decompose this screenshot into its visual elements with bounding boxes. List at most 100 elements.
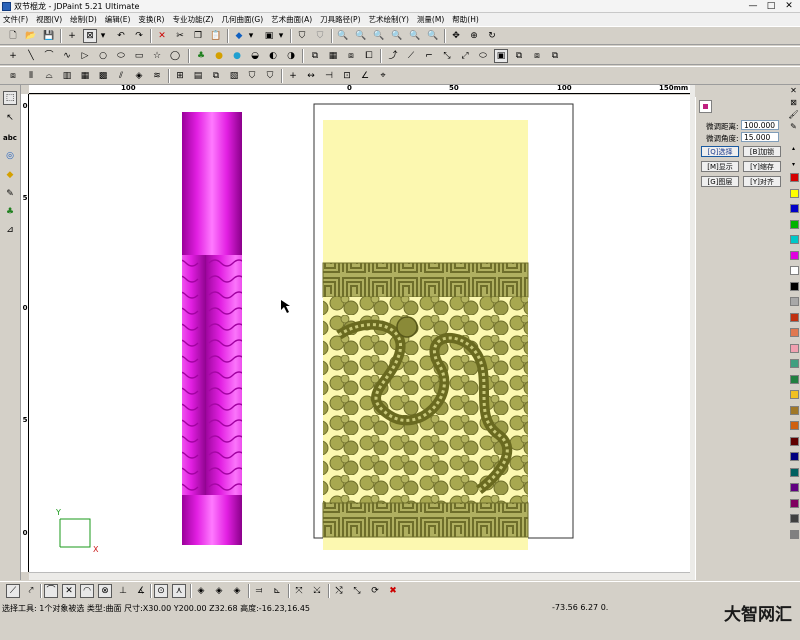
menu-edit[interactable]: 编辑(E) bbox=[105, 14, 131, 25]
snap-perp-icon[interactable]: ⊥ bbox=[116, 584, 130, 598]
scale-tool-icon[interactable]: ⤡ bbox=[350, 584, 364, 598]
zoom-in-icon[interactable]: 🔍 bbox=[354, 29, 368, 43]
view-dropdown-icon[interactable]: ▾ bbox=[276, 29, 286, 43]
menu-file[interactable]: 文件(F) bbox=[3, 14, 28, 25]
color-swatch[interactable] bbox=[790, 374, 799, 384]
target-icon[interactable]: ◎ bbox=[3, 149, 17, 163]
color-swatch[interactable] bbox=[790, 452, 799, 461]
cancel-icon[interactable]: ✖ bbox=[386, 584, 400, 598]
relief-blend-icon[interactable]: ◈ bbox=[132, 69, 146, 83]
tree-icon[interactable]: ♣ bbox=[194, 49, 208, 63]
palette-scroll-up-icon[interactable]: ▴ bbox=[788, 145, 799, 153]
menu-geometry-surface[interactable]: 几何曲面(G) bbox=[221, 14, 263, 25]
corner-icon[interactable]: ⌐ bbox=[422, 49, 436, 63]
horizontal-scrollbar[interactable] bbox=[29, 572, 690, 580]
window-select-icon[interactable]: ⊠ bbox=[83, 29, 97, 43]
grid-diamond2-icon[interactable]: ◈ bbox=[212, 584, 226, 598]
line-icon[interactable]: ╲ bbox=[24, 49, 38, 63]
show-button[interactable]: [M]显示 bbox=[701, 161, 739, 172]
array-icon[interactable]: ▦ bbox=[326, 49, 340, 63]
diamond-icon[interactable]: ◆ bbox=[3, 168, 17, 182]
color-swatch[interactable] bbox=[790, 343, 799, 353]
save-icon[interactable]: 💾 bbox=[42, 29, 56, 43]
relief-pillar-icon[interactable]: ▥ bbox=[60, 69, 74, 83]
zoom-realtime-icon[interactable]: ⊕ bbox=[467, 29, 481, 43]
palette-close-icon[interactable]: ✕ bbox=[788, 85, 799, 96]
relief-wave-icon[interactable]: ≋ bbox=[150, 69, 164, 83]
drawing-canvas[interactable]: Y X bbox=[29, 95, 690, 572]
pick-icon[interactable]: ⤧ bbox=[292, 584, 306, 598]
ungroup-icon[interactable]: ⧈ bbox=[530, 49, 544, 63]
grid-diamond3-icon[interactable]: ◈ bbox=[230, 584, 244, 598]
rectangle-icon[interactable]: ▭ bbox=[132, 49, 146, 63]
color-swatch[interactable] bbox=[790, 498, 799, 508]
zoom-prev-icon[interactable]: 🔍 bbox=[426, 29, 440, 43]
star-icon[interactable]: ☆ bbox=[150, 49, 164, 63]
color-swatch[interactable] bbox=[790, 467, 799, 477]
group-icon[interactable]: ⧉ bbox=[512, 49, 526, 63]
align-icon[interactable]: ⊣ bbox=[322, 69, 336, 83]
color-swatch[interactable] bbox=[790, 188, 799, 198]
measure-box-icon[interactable]: ⊡ bbox=[340, 69, 354, 83]
offset-icon[interactable]: ⬭ bbox=[476, 49, 490, 63]
pick-alt-icon[interactable]: ⤩ bbox=[310, 584, 324, 598]
menu-art-surface[interactable]: 艺术曲面(A) bbox=[271, 14, 312, 25]
angle-icon[interactable]: ∠ bbox=[358, 69, 372, 83]
close-button[interactable]: ✕ bbox=[780, 0, 798, 12]
zoom-all-icon[interactable]: 🔍 bbox=[390, 29, 404, 43]
arc-icon[interactable]: ⌒ bbox=[42, 49, 56, 63]
fillet-icon[interactable]: ⤴ bbox=[386, 49, 400, 63]
bulb-icon[interactable]: ● bbox=[212, 49, 226, 63]
join-icon[interactable]: ⤢ bbox=[458, 49, 472, 63]
mirror-icon[interactable]: ⧉ bbox=[308, 49, 322, 63]
menu-toolpath[interactable]: 刀具路径(P) bbox=[320, 14, 360, 25]
layer-button[interactable]: [G]图层 bbox=[701, 176, 739, 187]
layer-stack-icon[interactable]: ⫤ bbox=[252, 584, 266, 598]
rotate-copy-icon[interactable]: ⧈ bbox=[344, 49, 358, 63]
snap-point-icon[interactable]: ⊙ bbox=[154, 584, 168, 598]
layer-ortho-icon[interactable]: ⊾ bbox=[270, 584, 284, 598]
relief-mesh-icon[interactable]: ▩ bbox=[96, 69, 110, 83]
open-file-icon[interactable]: 📂 bbox=[24, 29, 38, 43]
shade-shield-icon[interactable]: ⛉ bbox=[295, 29, 309, 43]
light-icon[interactable]: ● bbox=[230, 49, 244, 63]
circle-icon[interactable]: ○ bbox=[96, 49, 110, 63]
nudge-angle-input[interactable]: 15.000 bbox=[741, 132, 779, 142]
polyline-icon[interactable]: ▷ bbox=[78, 49, 92, 63]
pillars-icon[interactable]: ⫴ bbox=[24, 69, 38, 83]
snap-angle-icon[interactable]: ∡ bbox=[134, 584, 148, 598]
color-swatch[interactable] bbox=[790, 219, 799, 229]
refresh-icon[interactable]: ↻ bbox=[485, 29, 499, 43]
table-icon[interactable]: ⊞ bbox=[173, 69, 187, 83]
color-swatch[interactable] bbox=[790, 514, 799, 523]
render-dropdown-icon[interactable]: ▾ bbox=[246, 29, 256, 43]
plus-icon[interactable]: + bbox=[286, 69, 300, 83]
snap-circle-icon[interactable]: ⊗ bbox=[98, 584, 112, 598]
paint-icon[interactable]: ♣ bbox=[3, 205, 17, 219]
redo-icon[interactable]: ↷ bbox=[132, 29, 146, 43]
render-cube-icon[interactable]: ◆ bbox=[232, 29, 246, 43]
palette-none-icon[interactable]: ⊠ bbox=[788, 97, 799, 108]
trim-icon[interactable]: ◐ bbox=[266, 49, 280, 63]
snap-tangent-icon[interactable]: ◠ bbox=[80, 584, 94, 598]
lasso-icon[interactable]: ⌖ bbox=[376, 69, 390, 83]
cut-icon[interactable]: ✂ bbox=[173, 29, 187, 43]
select-tool-icon[interactable]: ⬚ bbox=[3, 91, 17, 105]
snap-arc-icon[interactable]: ⌒ bbox=[44, 584, 58, 598]
move-icon[interactable]: ↔ bbox=[304, 69, 318, 83]
palette-pen-icon[interactable]: ✎ bbox=[788, 121, 799, 132]
measure-icon[interactable]: ⊿ bbox=[3, 223, 17, 237]
relief-box-icon[interactable]: ⧈ bbox=[6, 69, 20, 83]
nudge-distance-input[interactable]: 100.000 bbox=[741, 120, 779, 130]
merge-icon[interactable]: ⧉ bbox=[209, 69, 223, 83]
menu-help[interactable]: 帮助(H) bbox=[452, 14, 479, 25]
break-icon[interactable]: ⤡ bbox=[440, 49, 454, 63]
chamfer-icon[interactable]: ⟋ bbox=[404, 49, 418, 63]
palette-brush-icon[interactable]: 🖌 bbox=[788, 109, 799, 120]
frame-icon[interactable]: ▣ bbox=[494, 49, 508, 63]
color-swatch[interactable] bbox=[790, 483, 799, 492]
paste-icon[interactable]: 📋 bbox=[209, 29, 223, 43]
panel-tab-icon[interactable] bbox=[699, 100, 712, 113]
snap-line-icon[interactable]: ⟋ bbox=[6, 584, 20, 598]
color-swatch[interactable] bbox=[790, 281, 799, 291]
